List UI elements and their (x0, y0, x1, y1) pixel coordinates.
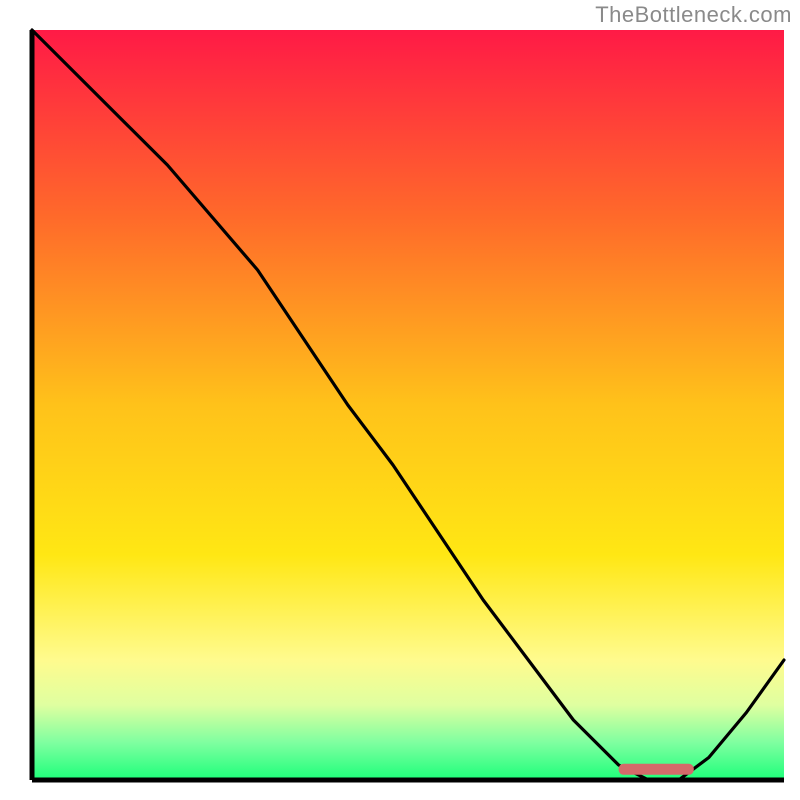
target-zone-marker (619, 764, 694, 775)
bottleneck-chart (0, 0, 800, 800)
watermark-text: TheBottleneck.com (595, 2, 792, 28)
